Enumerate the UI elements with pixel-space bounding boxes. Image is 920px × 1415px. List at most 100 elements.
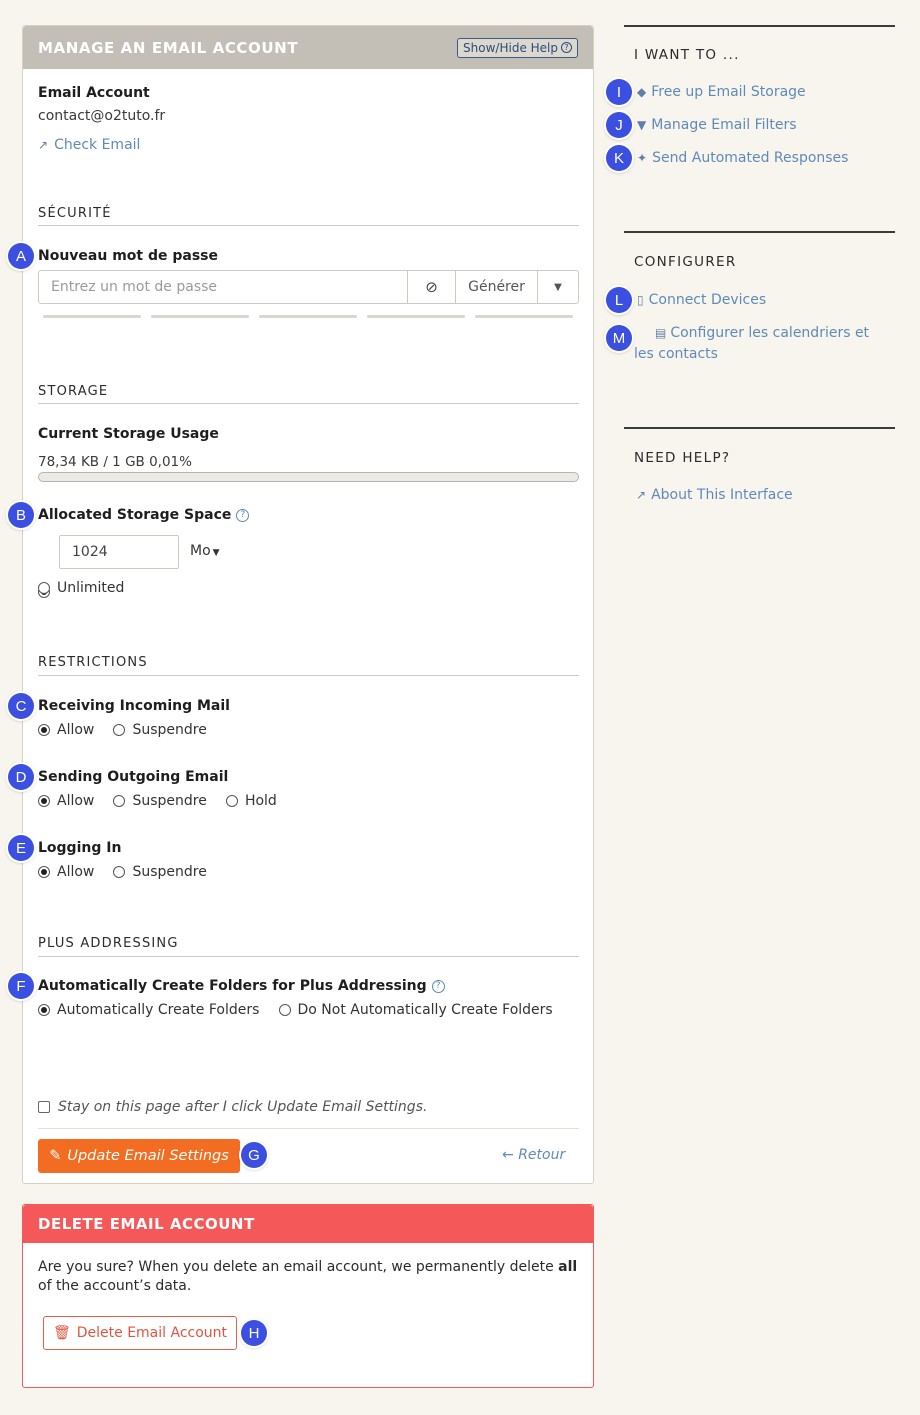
- option-label: Allow: [57, 722, 95, 738]
- auto-create-option[interactable]: Automatically Create Folders: [38, 1002, 259, 1018]
- toggle-visibility-button[interactable]: ⊘: [407, 271, 455, 303]
- option-label: Hold: [244, 793, 277, 809]
- password-input[interactable]: Entrez un mot de passe: [39, 271, 407, 303]
- panel-header: MANAGE AN EMAIL ACCOUNT Show/Hide Help ?: [23, 26, 593, 69]
- configure-title: CONFIGURER: [634, 254, 737, 270]
- section-divider: [38, 225, 579, 226]
- logging-in-label: Logging In: [38, 840, 122, 856]
- annotation-marker-j: J: [606, 112, 632, 138]
- email-account-label: Email Account: [38, 85, 150, 101]
- option-label: Allow: [57, 864, 95, 880]
- pencil-icon: ✎: [49, 1148, 62, 1164]
- delete-email-account-button[interactable]: 🗑 Delete Email Account: [43, 1316, 237, 1350]
- show-hide-help-button[interactable]: Show/Hide Help ?: [457, 37, 578, 58]
- generate-options-dropdown[interactable]: ▼: [537, 271, 578, 303]
- restrictions-section-title: RESTRICTIONS: [38, 655, 148, 670]
- delete-panel-title: DELETE EMAIL ACCOUNT: [23, 1205, 593, 1243]
- no-auto-create-option[interactable]: Do Not Automatically Create Folders: [278, 1002, 553, 1018]
- annotation-marker-m: M: [606, 325, 632, 351]
- sending-suspend-option[interactable]: Suspendre: [113, 793, 207, 809]
- login-allow-option[interactable]: Allow: [38, 864, 94, 880]
- storage-section-title: STORAGE: [38, 384, 109, 399]
- check-email-label: Check Email: [54, 137, 141, 153]
- annotation-marker-f: F: [8, 973, 34, 999]
- stay-on-page-option[interactable]: Stay on this page after I click Update E…: [38, 1099, 427, 1115]
- stay-on-page-label: Stay on this page after I click Update E…: [58, 1099, 428, 1115]
- unlimited-option[interactable]: Unlimited: [38, 579, 138, 598]
- eraser-icon: ◆: [637, 85, 647, 99]
- receiving-allow-radio[interactable]: [38, 724, 50, 736]
- manage-filters-link[interactable]: ▼ Manage Email Filters: [637, 115, 892, 136]
- connect-devices-link[interactable]: ▯ Connect Devices: [637, 290, 892, 311]
- back-link-label: Retour: [518, 1147, 566, 1163]
- panel-title: MANAGE AN EMAIL ACCOUNT: [38, 38, 299, 57]
- sidebar-divider: [624, 231, 895, 233]
- mobile-icon: ▯: [637, 293, 644, 307]
- generate-button[interactable]: Générer: [455, 271, 537, 303]
- about-interface-link[interactable]: ↗ About This Interface: [636, 485, 891, 506]
- sending-allow-option[interactable]: Allow: [38, 793, 94, 809]
- allocated-storage-input[interactable]: 1024: [59, 535, 179, 569]
- strength-meter-segment: [43, 315, 141, 318]
- unlimited-radio[interactable]: [38, 582, 50, 594]
- email-account-value: contact@o2tuto.fr: [38, 108, 166, 124]
- annotation-marker-h: H: [241, 1320, 267, 1346]
- sending-hold-radio[interactable]: [225, 795, 238, 807]
- annotation-marker-d: D: [8, 764, 34, 790]
- link-label: Send Automated Responses: [652, 150, 849, 166]
- update-button-label: Update Email Settings: [67, 1148, 229, 1164]
- help-circle-icon[interactable]: ?: [431, 979, 445, 993]
- auto-create-radio[interactable]: [38, 1004, 50, 1016]
- annotation-marker-g: G: [241, 1142, 267, 1168]
- annotation-marker-a: A: [8, 243, 34, 269]
- strength-meter-segment: [367, 315, 465, 318]
- link-label: Free up Email Storage: [651, 84, 806, 100]
- receiving-allow-option[interactable]: Allow: [38, 722, 94, 738]
- sending-suspend-radio[interactable]: [113, 795, 126, 807]
- warning-text-bold: all: [558, 1259, 578, 1275]
- sidebar-divider: [624, 427, 895, 429]
- storage-unit-dropdown[interactable]: Mo ▼: [190, 543, 220, 559]
- help-circle-icon[interactable]: ?: [236, 508, 250, 522]
- section-divider: [38, 675, 579, 676]
- sending-hold-option[interactable]: Hold: [225, 793, 277, 809]
- password-group: Entrez un mot de passe ⊘ Générer ▼: [38, 270, 579, 304]
- delete-warning-text: Are you sure? When you delete an email a…: [38, 1258, 578, 1296]
- link-label: Manage Email Filters: [651, 117, 797, 133]
- login-suspend-option[interactable]: Suspendre: [113, 864, 207, 880]
- annotation-marker-b: B: [8, 502, 34, 528]
- receiving-mail-label: Receiving Incoming Mail: [38, 698, 230, 714]
- sending-email-label: Sending Outgoing Email: [38, 769, 229, 785]
- logging-in-options: Allow Suspendre: [38, 863, 221, 882]
- link-label: Configurer les calendriers et les contac…: [634, 325, 870, 362]
- check-email-link[interactable]: ↗ Check Email: [38, 137, 140, 153]
- calendars-contacts-link[interactable]: ▤ Configurer les calendriers et les conta…: [634, 323, 889, 365]
- strength-meter-segment: [475, 315, 573, 318]
- receiving-suspend-radio[interactable]: [113, 724, 126, 736]
- auto-responses-link[interactable]: ✦ Send Automated Responses: [637, 148, 892, 169]
- option-label: Suspendre: [132, 722, 207, 738]
- receiving-suspend-option[interactable]: Suspendre: [113, 722, 207, 738]
- annotation-marker-k: K: [606, 145, 632, 171]
- need-help-title: NEED HELP?: [634, 450, 731, 466]
- question-icon: ?: [561, 42, 572, 53]
- update-email-settings-button[interactable]: ✎ Update Email Settings: [38, 1139, 240, 1173]
- back-link[interactable]: ← Retour: [502, 1147, 565, 1163]
- option-label: Allow: [57, 793, 95, 809]
- storage-unit-label: Mo: [190, 543, 211, 559]
- option-label: Automatically Create Folders: [57, 1002, 260, 1018]
- no-auto-create-radio[interactable]: [278, 1004, 291, 1016]
- login-allow-radio[interactable]: [38, 866, 50, 878]
- stay-on-page-checkbox[interactable]: [38, 1101, 50, 1113]
- caret-down-icon: ▼: [554, 281, 562, 293]
- storage-usage-bar: [38, 472, 579, 482]
- sending-allow-radio[interactable]: [38, 795, 50, 807]
- login-suspend-radio[interactable]: [113, 866, 126, 878]
- free-up-storage-link[interactable]: ◆ Free up Email Storage: [637, 82, 892, 103]
- strength-meter-segment: [259, 315, 357, 318]
- plus-addressing-section-title: PLUS ADDRESSING: [38, 936, 179, 951]
- trash-icon: 🗑: [52, 1325, 71, 1341]
- password-label: Nouveau mot de passe: [38, 248, 219, 264]
- allocated-storage-row: Allocated Storage Space ?: [38, 507, 250, 523]
- annotation-marker-c: C: [8, 693, 34, 719]
